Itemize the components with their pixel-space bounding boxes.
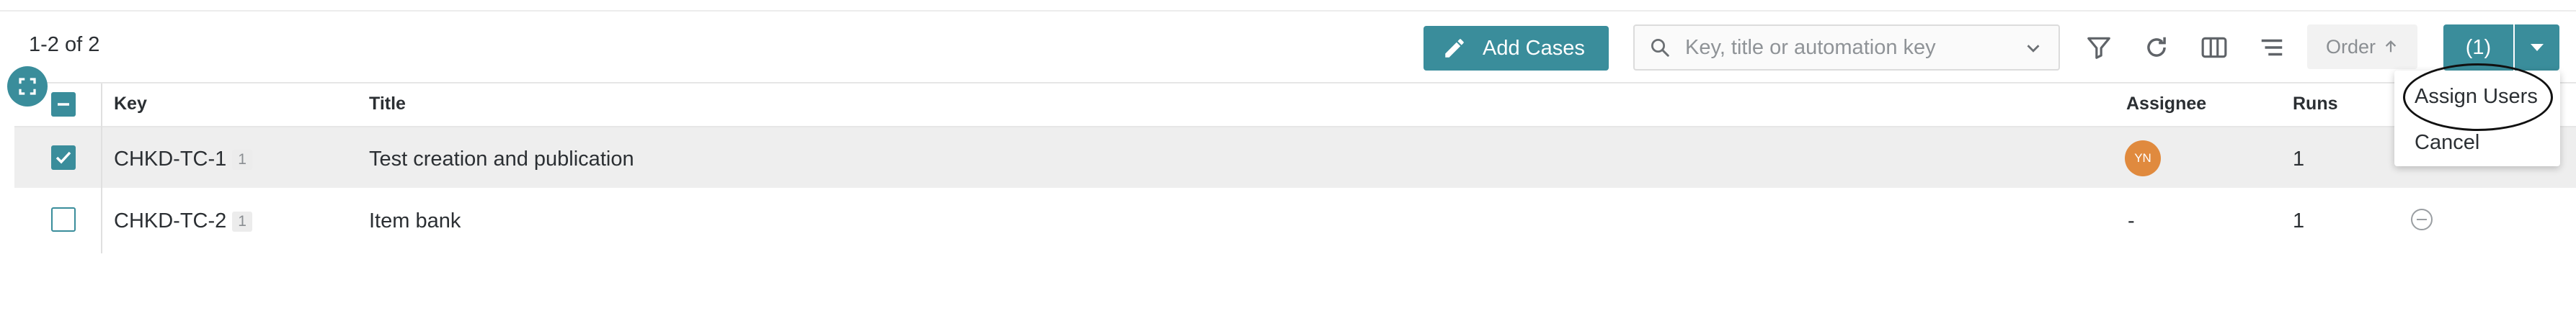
search-icon bbox=[1651, 39, 1669, 57]
expand-icon[interactable] bbox=[7, 66, 48, 107]
row-key[interactable]: CHKD-TC-1 1 bbox=[114, 148, 252, 171]
remove-icon[interactable] bbox=[2410, 207, 2434, 235]
pencil-icon bbox=[1445, 39, 1464, 58]
row-checkbox[interactable] bbox=[51, 207, 76, 232]
top-divider bbox=[0, 10, 2576, 12]
column-header-runs[interactable]: Runs bbox=[2293, 94, 2338, 114]
row-assignee: - bbox=[2128, 209, 2135, 232]
version-badge: 1 bbox=[232, 212, 252, 232]
density-icon[interactable] bbox=[2253, 29, 2291, 66]
search-input[interactable]: Key, title or automation key bbox=[1633, 24, 2060, 71]
arrow-up-icon bbox=[2385, 40, 2397, 53]
caret-down-icon bbox=[2531, 44, 2544, 51]
column-header-key[interactable]: Key bbox=[114, 94, 147, 114]
column-header-assignee[interactable]: Assignee bbox=[2126, 94, 2206, 114]
avatar[interactable]: YN bbox=[2125, 140, 2161, 176]
column-header-title[interactable]: Title bbox=[369, 94, 406, 114]
row-key-label: CHKD-TC-2 bbox=[114, 209, 227, 232]
table-header-top-border bbox=[14, 82, 2576, 83]
select-all-checkbox[interactable] bbox=[51, 92, 76, 117]
filter-icon[interactable] bbox=[2080, 29, 2118, 66]
order-button[interactable]: Order bbox=[2307, 24, 2417, 69]
menu-item-cancel[interactable]: Cancel bbox=[2415, 131, 2479, 155]
row-key-label: CHKD-TC-1 bbox=[114, 148, 227, 171]
row-runs: 1 bbox=[2293, 209, 2305, 232]
pagination-count: 1-2 of 2 bbox=[29, 33, 100, 56]
version-badge: 1 bbox=[232, 150, 252, 171]
search-placeholder: Key, title or automation key bbox=[1685, 35, 1936, 59]
highlight-annotation-ellipse bbox=[2403, 63, 2553, 131]
selection-dropdown-toggle[interactable] bbox=[2515, 24, 2559, 71]
order-label: Order bbox=[2325, 35, 2376, 58]
add-cases-button[interactable]: Add Cases bbox=[1424, 26, 1609, 71]
row-checkbox[interactable] bbox=[51, 145, 76, 170]
add-cases-label: Add Cases bbox=[1483, 36, 1585, 60]
columns-icon[interactable] bbox=[2195, 29, 2233, 66]
refresh-icon[interactable] bbox=[2138, 29, 2175, 66]
checkbox-column-divider bbox=[101, 83, 102, 253]
row-runs: 1 bbox=[2293, 148, 2305, 171]
chevron-down-icon[interactable] bbox=[2022, 37, 2044, 59]
row-title[interactable]: Test creation and publication bbox=[369, 148, 634, 171]
row-key[interactable]: CHKD-TC-2 1 bbox=[114, 209, 252, 233]
row-title[interactable]: Item bank bbox=[369, 209, 461, 233]
